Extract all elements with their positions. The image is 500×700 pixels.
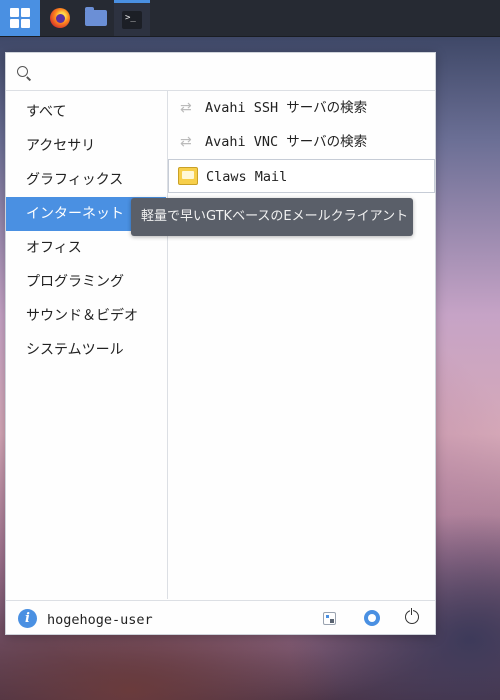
search-bar <box>6 53 435 91</box>
share-icon: ⇄ <box>180 100 192 116</box>
lock-screen-icon[interactable] <box>364 610 380 626</box>
app-label: Claws Mail <box>206 169 288 185</box>
category-system-tools[interactable]: システムツール <box>6 333 166 367</box>
applications-menu-button[interactable] <box>0 0 40 36</box>
grid-icon <box>10 8 30 28</box>
category-list: すべて アクセサリ グラフィックス インターネット オフィス プログラミング サ… <box>6 91 168 599</box>
firefox-launcher[interactable] <box>46 0 74 36</box>
search-icon <box>17 66 28 77</box>
category-programming[interactable]: プログラミング <box>6 265 166 299</box>
info-icon[interactable]: i <box>18 609 37 628</box>
application-list: ⇄ Avahi SSH サーバの検索 ⇄ Avahi VNC サーバの検索 Cl… <box>168 91 435 599</box>
share-icon: ⇄ <box>180 134 192 150</box>
top-panel: >_ <box>0 0 500 37</box>
category-office[interactable]: オフィス <box>6 231 166 265</box>
terminal-icon: >_ <box>122 10 142 29</box>
firefox-icon <box>50 8 70 28</box>
app-claws-mail[interactable]: Claws Mail <box>168 159 435 193</box>
username: hogehoge-user <box>47 612 153 628</box>
mail-icon <box>178 167 198 185</box>
category-sound-video[interactable]: サウンド＆ビデオ <box>6 299 166 333</box>
menu-footer: i hogehoge-user <box>6 600 435 635</box>
app-avahi-vnc[interactable]: ⇄ Avahi VNC サーバの検索 <box>168 125 435 159</box>
terminal-window-button[interactable]: >_ <box>114 0 150 36</box>
category-accessories[interactable]: アクセサリ <box>6 129 166 163</box>
app-tooltip: 軽量で早いGTKベースのEメールクライアント <box>131 198 413 236</box>
category-graphics[interactable]: グラフィックス <box>6 163 166 197</box>
settings-icon[interactable] <box>323 612 336 625</box>
app-avahi-ssh[interactable]: ⇄ Avahi SSH サーバの検索 <box>168 91 435 125</box>
folder-icon <box>85 7 107 26</box>
power-icon[interactable] <box>405 607 419 624</box>
application-menu: すべて アクセサリ グラフィックス インターネット オフィス プログラミング サ… <box>5 52 436 635</box>
search-input[interactable] <box>38 59 422 85</box>
app-label: Avahi SSH サーバの検索 <box>205 100 368 116</box>
category-all[interactable]: すべて <box>6 95 166 129</box>
file-manager-launcher[interactable] <box>82 0 110 36</box>
app-label: Avahi VNC サーバの検索 <box>205 134 368 150</box>
